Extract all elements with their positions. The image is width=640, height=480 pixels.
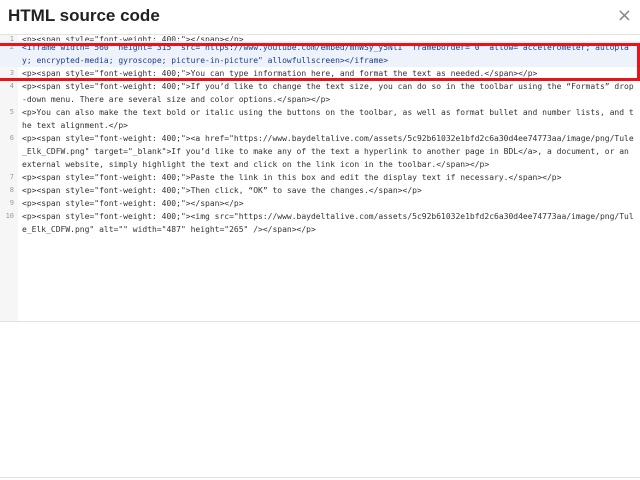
code-line[interactable]: 1 <p><span style="font-weight: 400;"></sp… (0, 35, 640, 41)
code-line[interactable]: 7 <p><span style="font-weight: 400;">Past… (0, 171, 640, 184)
dialog-header: HTML source code × (0, 0, 640, 34)
code-line[interactable]: 5 <p>You can also make the text bold or i… (0, 106, 640, 132)
highlight-box-top (0, 43, 640, 46)
line-number: 10 (5, 212, 14, 220)
code-line[interactable]: 8 <p><span style="font-weight: 400;">Then… (0, 184, 640, 197)
dialog-footer-divider (0, 477, 640, 478)
code-text[interactable]: <p>You can also make the text bold or it… (22, 106, 634, 132)
code-text[interactable]: <p><span style="font-weight: 400;">If yo… (22, 80, 634, 106)
line-number: 6 (9, 134, 14, 142)
code-text[interactable]: <p><span style="font-weight: 400;"><a hr… (22, 132, 634, 171)
code-text[interactable]: <p><span style="font-weight: 400;"></spa… (22, 35, 634, 41)
line-number: 5 (9, 108, 14, 116)
line-number: 7 (9, 173, 14, 181)
line-number: 4 (9, 82, 14, 90)
code-lines[interactable]: 1 <p><span style="font-weight: 400;"></sp… (0, 35, 640, 236)
code-text[interactable]: <p><span style="font-weight: 400;">Then … (22, 184, 634, 197)
code-line[interactable]: 6 <p><span style="font-weight: 400;"><a h… (0, 132, 640, 171)
close-icon[interactable]: × (617, 5, 632, 26)
code-line[interactable]: 10 <p><span style="font-weight: 400;"><im… (0, 210, 640, 236)
code-text[interactable]: <p><span style="font-weight: 400;"><img … (22, 210, 634, 236)
line-number: 1 (9, 35, 14, 41)
line-number: 9 (9, 199, 14, 207)
highlight-box-bottom (0, 78, 640, 81)
code-text[interactable]: <p><span style="font-weight: 400;">Paste… (22, 171, 634, 184)
dialog-title: HTML source code (8, 6, 160, 25)
line-number: 8 (9, 186, 14, 194)
code-line[interactable]: 4 <p><span style="font-weight: 400;">If y… (0, 80, 640, 106)
html-source-dialog: HTML source code × 1 <p><span style="font… (0, 0, 640, 480)
code-line[interactable]: 9 <p><span style="font-weight: 400;"></sp… (0, 197, 640, 210)
code-text[interactable]: <p><span style="font-weight: 400;"></spa… (22, 197, 634, 210)
